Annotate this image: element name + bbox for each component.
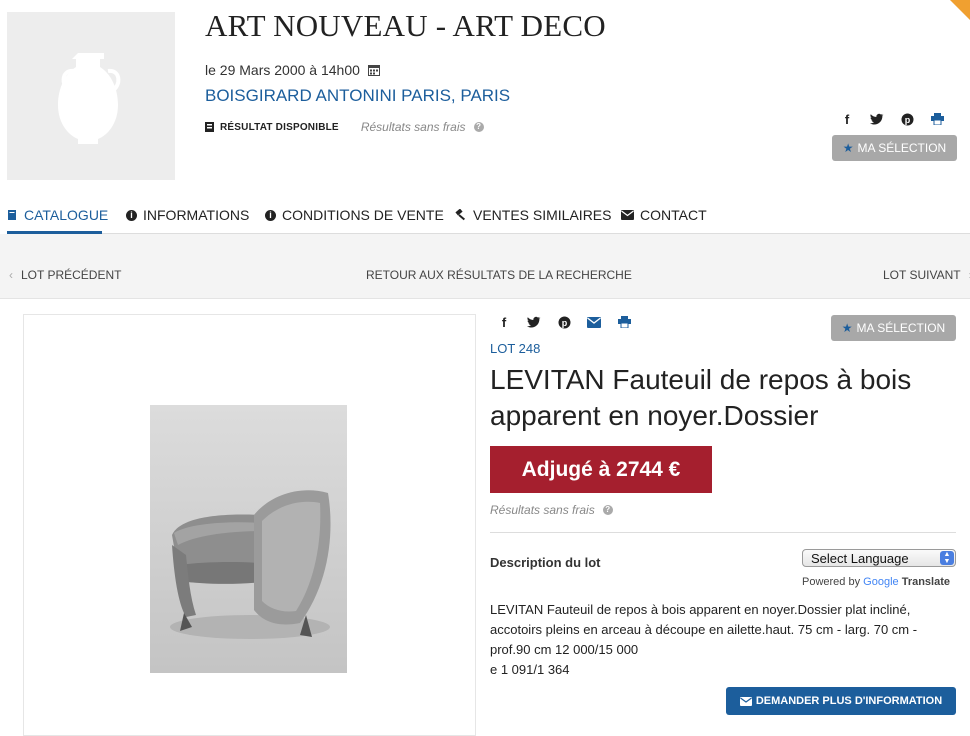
lot-my-selection-button[interactable]: ★ MA SÉLECTION <box>831 315 956 341</box>
language-select[interactable]: Select Language ▲ ▼ <box>802 549 956 567</box>
lot-description: LEVITAN Fauteuil de repos à bois apparen… <box>490 600 960 680</box>
description-line: e 1 091/1 364 <box>490 662 570 677</box>
sale-thumbnail <box>7 12 175 180</box>
tab-label: CATALOGUE <box>24 207 109 223</box>
help-icon[interactable]: ? <box>602 505 613 515</box>
help-icon[interactable]: ? <box>473 122 484 132</box>
sold-price-badge: Adjugé à 2744 € <box>490 446 712 493</box>
lot-share-bar: f p <box>497 315 631 330</box>
tab-label: CONDITIONS DE VENTE <box>282 207 444 223</box>
hammer-icon <box>205 122 214 132</box>
svg-text:p: p <box>904 115 910 125</box>
previous-lot-link[interactable]: ‹ LOT PRÉCÉDENT <box>9 268 121 282</box>
tab-label: VENTES SIMILAIRES <box>473 207 612 223</box>
lot-number: LOT 248 <box>490 341 541 356</box>
powered-by-google-translate[interactable]: Powered by Google Translate <box>802 576 950 588</box>
tab-label: CONTACT <box>640 207 707 223</box>
result-available-label: RÉSULTAT DISPONIBLE <box>220 121 339 133</box>
tab-informations[interactable]: i INFORMATIONS <box>126 207 249 223</box>
armchair-photo <box>150 405 347 673</box>
pinterest-icon[interactable]: p <box>557 315 571 329</box>
sale-date-text: le 29 Mars 2000 à 14h00 <box>205 62 360 78</box>
sale-date: le 29 Mars 2000 à 14h00 <box>205 62 380 78</box>
tab-label: INFORMATIONS <box>143 207 250 223</box>
envelope-icon <box>621 210 634 220</box>
info-icon: i <box>265 209 276 221</box>
tab-conditions-de-vente[interactable]: i CONDITIONS DE VENTE <box>265 207 444 223</box>
select-arrows-icon: ▲ ▼ <box>940 551 954 565</box>
tab-ventes-similaires[interactable]: VENTES SIMILAIRES <box>454 207 611 223</box>
svg-text:p: p <box>561 318 567 328</box>
language-select-value: Select Language <box>811 550 909 566</box>
sale-share-bar: f p <box>840 112 944 127</box>
my-selection-label: MA SÉLECTION <box>857 141 947 155</box>
powered-by-text: Powered by <box>802 576 861 588</box>
email-icon[interactable] <box>587 315 601 329</box>
previous-lot-label: LOT PRÉCÉDENT <box>21 268 122 282</box>
lot-photo[interactable] <box>150 405 347 673</box>
my-selection-label: MA SÉLECTION <box>856 321 946 335</box>
description-heading: Description du lot <box>490 555 601 570</box>
sale-title: ART NOUVEAU - ART DECO <box>205 8 606 43</box>
result-status: RÉSULTAT DISPONIBLE Résultats sans frais… <box>205 120 484 134</box>
translate-text: Translate <box>901 576 951 588</box>
info-icon: i <box>126 209 137 221</box>
results-no-fees-note: Résultats sans frais <box>360 120 466 134</box>
next-lot-label: LOT SUIVANT <box>883 268 961 282</box>
twitter-icon[interactable] <box>527 315 541 329</box>
description-line: accotoirs pleins en arceau à découpe en … <box>490 622 918 637</box>
corner-badge <box>950 0 970 20</box>
print-icon[interactable] <box>617 315 631 329</box>
auction-house-link[interactable]: BOISGIRARD ANTONINI PARIS, PARIS <box>205 86 510 106</box>
description-line: LEVITAN Fauteuil de repos à bois apparen… <box>490 602 911 617</box>
vase-icon <box>58 52 121 144</box>
book-icon <box>8 210 16 220</box>
facebook-icon[interactable]: f <box>840 112 854 127</box>
description-line: prof.90 cm 12 000/15 000 <box>490 642 639 657</box>
lot-title: LEVITAN Fauteuil de repos à bois apparen… <box>490 364 912 431</box>
chevron-left-icon: ‹ <box>9 268 13 282</box>
lot-navigation-bar <box>0 234 970 299</box>
star-icon: ★ <box>841 321 853 335</box>
my-selection-button[interactable]: ★ MA SÉLECTION <box>832 135 957 161</box>
pinterest-icon[interactable]: p <box>900 112 914 126</box>
twitter-icon[interactable] <box>870 112 884 126</box>
envelope-icon <box>739 696 752 706</box>
print-icon[interactable] <box>930 112 944 126</box>
gavel-icon <box>455 209 466 221</box>
lot-results-note: Résultats sans frais ? <box>490 503 613 517</box>
back-to-results-link[interactable]: RETOUR AUX RÉSULTATS DE LA RECHERCHE <box>366 268 632 282</box>
tab-catalogue[interactable]: CATALOGUE <box>7 207 108 223</box>
next-lot-link[interactable]: LOT SUIVANT› <box>883 268 970 282</box>
facebook-icon[interactable]: f <box>497 315 511 330</box>
request-info-button[interactable]: DEMANDER PLUS D'INFORMATION <box>726 687 956 715</box>
results-no-fees-note: Résultats sans frais <box>490 503 595 517</box>
google-logo: Google <box>863 576 899 588</box>
request-info-label: DEMANDER PLUS D'INFORMATION <box>755 695 943 707</box>
section-divider <box>490 532 956 533</box>
tab-contact[interactable]: CONTACT <box>621 207 707 223</box>
calendar-icon[interactable] <box>367 64 380 76</box>
star-icon: ★ <box>842 141 854 155</box>
